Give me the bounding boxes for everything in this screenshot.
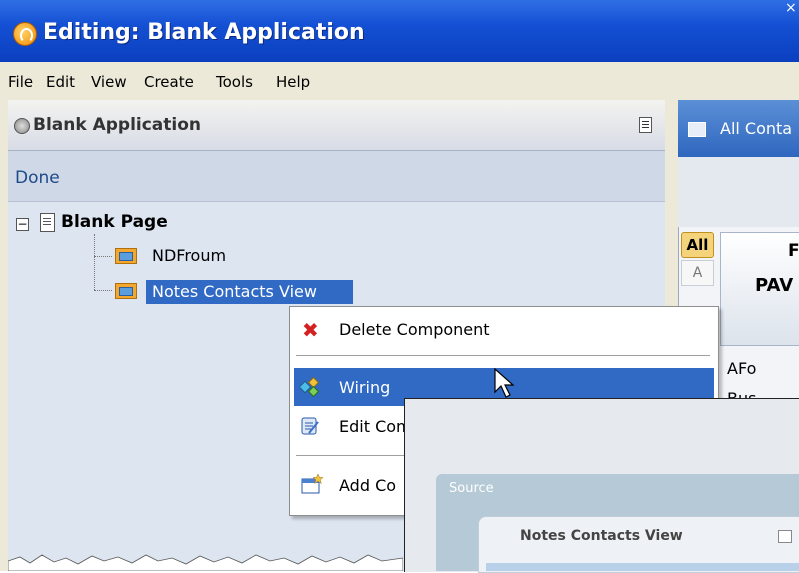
tree-root-label[interactable]: Blank Page bbox=[61, 212, 168, 232]
menu-file[interactable]: File bbox=[8, 73, 33, 91]
menu-separator bbox=[296, 355, 710, 356]
menu-item-delete-component[interactable]: Delete Component bbox=[339, 320, 490, 339]
table-cell[interactable]: AFo bbox=[727, 359, 756, 378]
collapse-icon[interactable]: − bbox=[16, 218, 29, 231]
panel-menu-icon[interactable] bbox=[639, 117, 652, 133]
mouse-cursor-icon bbox=[494, 368, 515, 398]
wiring-icon bbox=[300, 377, 320, 397]
page-icon bbox=[40, 213, 55, 232]
menu-item-add-component[interactable]: Add Co bbox=[339, 476, 396, 495]
window-frame bbox=[0, 100, 8, 571]
app-logo-icon[interactable] bbox=[13, 22, 37, 46]
torn-edge bbox=[8, 554, 403, 571]
done-bar bbox=[8, 151, 665, 202]
menu-bar: File Edit View Create Tools Help bbox=[0, 62, 799, 100]
preview-subheader bbox=[678, 157, 799, 227]
tree-connector bbox=[94, 256, 112, 257]
card-content-strip bbox=[486, 563, 799, 571]
component-icon bbox=[115, 248, 137, 264]
component-icon bbox=[115, 283, 137, 299]
close-icon[interactable]: × bbox=[785, 0, 799, 20]
globe-icon bbox=[14, 118, 30, 134]
menu-create[interactable]: Create bbox=[144, 73, 194, 91]
done-link[interactable]: Done bbox=[15, 168, 60, 188]
delete-x-icon: ✖ bbox=[302, 318, 319, 342]
menu-view[interactable]: View bbox=[91, 73, 127, 91]
menu-help[interactable]: Help bbox=[276, 73, 310, 91]
panel-title: Blank Application bbox=[33, 115, 202, 135]
tree-item-notes-contacts-view[interactable]: Notes Contacts View bbox=[152, 282, 317, 301]
menu-edit[interactable]: Edit bbox=[46, 73, 75, 91]
tree-item-ndfroum[interactable]: NDFroum bbox=[152, 246, 226, 265]
column-header-line2: PAV bbox=[755, 275, 794, 296]
source-label: Source bbox=[449, 481, 494, 496]
edit-properties-icon bbox=[301, 417, 319, 435]
window-title: Editing: Blank Application bbox=[43, 20, 365, 45]
column-header-line1: F bbox=[788, 241, 799, 261]
alpha-tab-a[interactable]: A bbox=[681, 260, 714, 286]
component-card-title: Notes Contacts View bbox=[520, 528, 683, 544]
menu-item-wiring[interactable]: Wiring bbox=[339, 378, 390, 397]
add-component-icon bbox=[301, 474, 323, 494]
menu-tools[interactable]: Tools bbox=[216, 73, 253, 91]
card-menu-icon[interactable] bbox=[778, 530, 792, 543]
alpha-tab-all[interactable]: All bbox=[681, 232, 714, 258]
window-icon bbox=[688, 122, 706, 137]
tree-connector bbox=[94, 290, 112, 291]
preview-tab[interactable]: All Conta bbox=[720, 119, 792, 138]
tree-connector bbox=[94, 234, 95, 290]
